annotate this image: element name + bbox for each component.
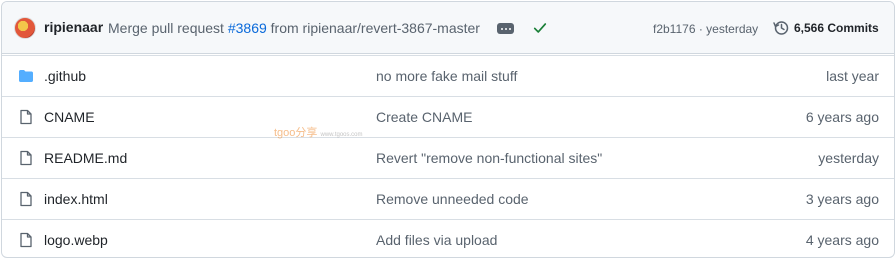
commit-sha-link[interactable]: f2b1176 · yesterday	[653, 22, 758, 36]
watermark-brand: tgoo分享	[274, 127, 318, 139]
file-icon	[20, 150, 32, 166]
latest-commit-bar: ripienaar Merge pull request #3869 from …	[2, 2, 894, 54]
file-commit-message[interactable]: Remove unneeded code	[376, 191, 529, 207]
file-name-link[interactable]: CNAME	[44, 109, 95, 125]
file-commit-message[interactable]: Create CNAME	[376, 109, 472, 125]
file-name-link[interactable]: logo.webp	[44, 232, 108, 248]
file-commit-message[interactable]: Revert "remove non-functional sites"	[376, 150, 602, 166]
file-commit-message[interactable]: Add files via upload	[376, 232, 497, 248]
file-age: 3 years ago	[805, 191, 879, 207]
check-icon[interactable]	[533, 21, 547, 35]
file-name-link[interactable]: index.html	[44, 191, 108, 207]
folder-icon	[19, 70, 33, 82]
file-age: last year	[826, 68, 879, 84]
commit-message-suffix[interactable]: from ripienaar/revert-3867-master	[267, 20, 480, 36]
pull-request-link[interactable]: #3869	[228, 20, 267, 36]
watermark: tgoo分享 www.tgoos.com	[274, 124, 363, 140]
table-row: CNAME Create CNAME 6 years ago	[2, 96, 894, 137]
author-avatar[interactable]	[14, 17, 36, 39]
file-icon	[20, 232, 32, 248]
expand-commit-button[interactable]	[497, 23, 514, 34]
table-row: index.html Remove unneeded code 3 years …	[2, 178, 894, 219]
commits-count: 6,566 Commits	[794, 21, 879, 35]
file-name-link[interactable]: .github	[44, 68, 86, 84]
file-icon	[20, 109, 32, 125]
file-age: yesterday	[818, 150, 879, 166]
table-row: logo.webp Add files via upload 4 years a…	[2, 219, 894, 257]
file-browser: ripienaar Merge pull request #3869 from …	[1, 1, 895, 258]
commit-author-link[interactable]: ripienaar	[44, 19, 103, 35]
file-age: 4 years ago	[805, 232, 879, 248]
commit-message: Merge pull request #3869 from ripienaar/…	[108, 20, 480, 36]
file-icon	[20, 191, 32, 207]
table-row: README.md Revert "remove non-functional …	[2, 137, 894, 178]
commit-message-prefix[interactable]: Merge pull request	[108, 20, 228, 36]
file-name-link[interactable]: README.md	[44, 150, 127, 166]
history-icon	[773, 21, 789, 35]
table-row: .github no more fake mail stuff last yea…	[2, 55, 894, 96]
file-age: 6 years ago	[805, 109, 879, 125]
commits-history-link[interactable]: 6,566 Commits	[773, 20, 879, 36]
file-commit-message[interactable]: no more fake mail stuff	[376, 68, 517, 84]
watermark-url: www.tgoos.com	[320, 132, 363, 138]
